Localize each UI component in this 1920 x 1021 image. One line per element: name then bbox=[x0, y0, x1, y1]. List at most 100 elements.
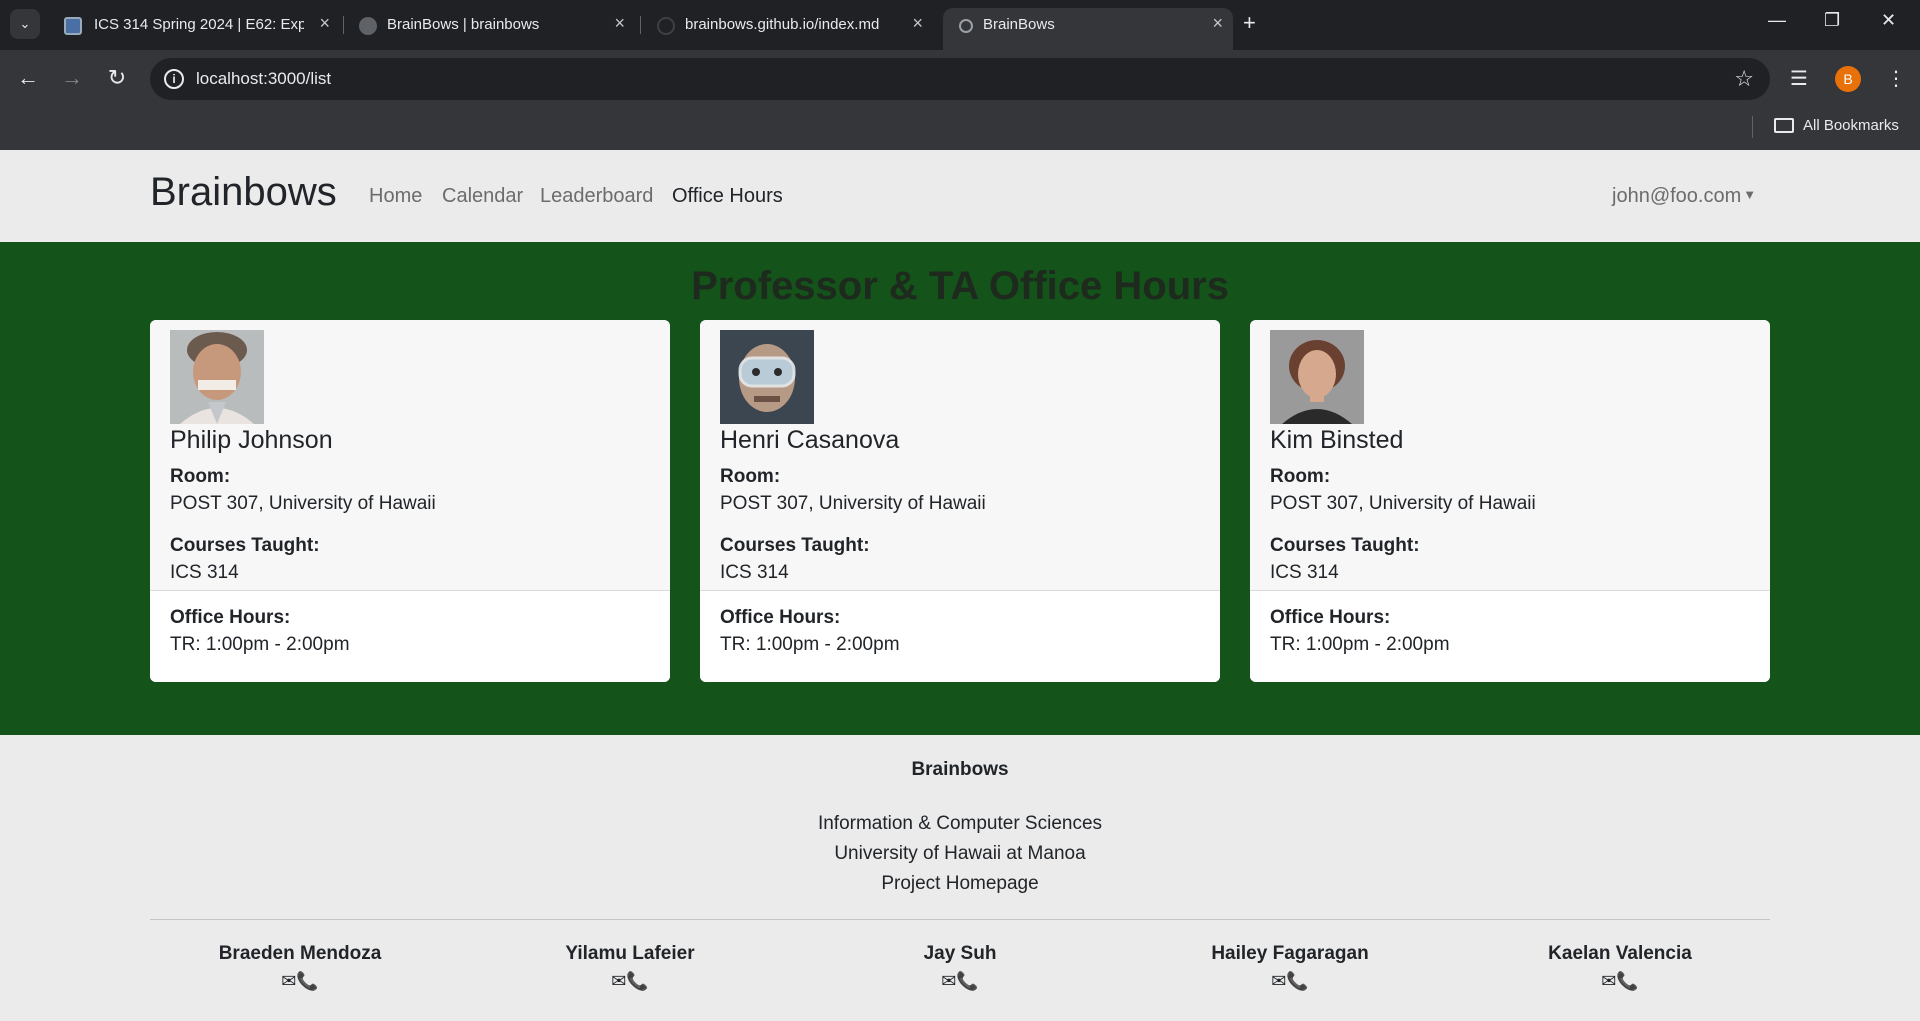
app-navbar: Brainbows Home Calendar Leaderboard Offi… bbox=[0, 150, 1920, 242]
footer-department: Information & Computer Sciences bbox=[817, 813, 1103, 834]
browser-tab-github[interactable]: brainbows.github.io/index.md × bbox=[643, 8, 933, 42]
card-body: Philip Johnson Room: POST 307, Universit… bbox=[150, 320, 670, 591]
avatar bbox=[720, 330, 814, 424]
menu-kebab-icon[interactable]: ⋮ bbox=[1886, 66, 1906, 91]
office-hours-value: TR: 1:00pm - 2:00pm bbox=[170, 634, 350, 655]
card-footer: Office Hours: TR: 1:00pm - 2:00pm bbox=[700, 592, 1220, 682]
room-label: Room: bbox=[720, 466, 781, 487]
forward-arrow-icon[interactable]: → bbox=[58, 65, 86, 91]
bookmark-star-icon[interactable]: ☆ bbox=[1734, 66, 1754, 92]
address-bar[interactable]: i localhost:3000/list ☆ bbox=[150, 58, 1770, 100]
browser-tabstrip: ⌄ ICS 314 Spring 2024 | E62: Expe × Brai… bbox=[0, 0, 1920, 50]
tab-title: BrainBows | brainbows bbox=[387, 16, 540, 33]
user-dropdown[interactable]: john@foo.com ▼ bbox=[1612, 185, 1756, 208]
tab-search-chevron-icon[interactable]: ⌄ bbox=[10, 9, 40, 39]
close-icon[interactable]: × bbox=[1212, 13, 1223, 34]
footer-divider bbox=[150, 919, 1770, 920]
room-label: Room: bbox=[170, 466, 231, 487]
nav-link-leaderboard[interactable]: Leaderboard bbox=[540, 185, 653, 208]
staff-name: Henri Casanova bbox=[720, 426, 900, 454]
card-footer: Office Hours: TR: 1:00pm - 2:00pm bbox=[150, 592, 670, 682]
nav-link-calendar[interactable]: Calendar bbox=[442, 185, 523, 208]
office-hours-label: Office Hours: bbox=[170, 607, 291, 628]
page-footer: Brainbows Information & Computer Science… bbox=[0, 735, 1920, 1021]
tab-title: BrainBows bbox=[983, 16, 1055, 33]
folder-icon[interactable] bbox=[1774, 118, 1794, 133]
team-member: Jay Suh ✉📞 bbox=[810, 943, 1110, 992]
address-url[interactable]: localhost:3000/list bbox=[196, 69, 331, 89]
app-favicon-icon bbox=[959, 19, 973, 33]
user-email: john@foo.com bbox=[1612, 185, 1742, 207]
tab-title: brainbows.github.io/index.md bbox=[685, 16, 880, 33]
tab-separator bbox=[343, 16, 344, 34]
ics-favicon-icon bbox=[64, 17, 82, 35]
room-value: POST 307, University of Hawaii bbox=[1270, 493, 1536, 514]
new-tab-plus-icon[interactable]: + bbox=[1243, 10, 1256, 36]
member-name: Hailey Fagaragan bbox=[1211, 943, 1369, 964]
close-icon[interactable]: × bbox=[614, 13, 625, 34]
brand-logo[interactable]: Brainbows bbox=[150, 170, 337, 215]
minimize-icon[interactable]: — bbox=[1768, 10, 1786, 31]
footer-university: University of Hawaii at Manoa bbox=[834, 843, 1086, 864]
office-hours-value: TR: 1:00pm - 2:00pm bbox=[1270, 634, 1450, 655]
footer-project-homepage-link[interactable]: Project Homepage bbox=[0, 873, 1920, 895]
card-footer: Office Hours: TR: 1:00pm - 2:00pm bbox=[1250, 592, 1770, 682]
browser-tab-brainbows-docs[interactable]: BrainBows | brainbows × bbox=[345, 8, 635, 42]
office-hours-label: Office Hours: bbox=[1270, 607, 1391, 628]
courses-label: Courses Taught: bbox=[170, 535, 320, 556]
page-title: Professor & TA Office Hours bbox=[691, 264, 1229, 308]
staff-card: Philip Johnson Room: POST 307, Universit… bbox=[150, 320, 670, 682]
reload-icon[interactable]: ↻ bbox=[103, 65, 131, 91]
bookmarks-bar: All Bookmarks bbox=[0, 108, 1920, 150]
team-member: Yilamu Lafeier ✉📞 bbox=[480, 943, 780, 992]
browser-tab-brainbows-active[interactable]: BrainBows × bbox=[943, 8, 1233, 50]
team-member: Hailey Fagaragan ✉📞 bbox=[1140, 943, 1440, 992]
mail-phone-icon[interactable]: ✉📞 bbox=[810, 971, 1110, 992]
office-hours-section: Professor & TA Office Hours Philip Johns… bbox=[0, 242, 1920, 735]
avatar bbox=[1270, 330, 1364, 424]
all-bookmarks-link[interactable]: All Bookmarks bbox=[1803, 117, 1899, 134]
github-icon bbox=[657, 17, 675, 35]
site-info-icon[interactable]: i bbox=[164, 69, 184, 89]
room-value: POST 307, University of Hawaii bbox=[720, 493, 986, 514]
avatar bbox=[170, 330, 264, 424]
staff-name: Philip Johnson bbox=[170, 426, 333, 454]
card-body: Kim Binsted Room: POST 307, University o… bbox=[1250, 320, 1770, 591]
mail-phone-icon[interactable]: ✉📞 bbox=[1470, 971, 1770, 992]
mail-phone-icon[interactable]: ✉📞 bbox=[1140, 971, 1440, 992]
mail-phone-icon[interactable]: ✉📞 bbox=[150, 971, 450, 992]
globe-icon bbox=[359, 17, 377, 35]
staff-card: Henri Casanova Room: POST 307, Universit… bbox=[700, 320, 1220, 682]
room-value: POST 307, University of Hawaii bbox=[170, 493, 436, 514]
tab-title: ICS 314 Spring 2024 | E62: Expe bbox=[94, 16, 304, 33]
member-name: Yilamu Lafeier bbox=[565, 943, 695, 964]
staff-card: Kim Binsted Room: POST 307, University o… bbox=[1250, 320, 1770, 682]
member-name: Braeden Mendoza bbox=[218, 943, 382, 964]
nav-link-office-hours[interactable]: Office Hours bbox=[672, 185, 783, 208]
courses-label: Courses Taught: bbox=[720, 535, 870, 556]
card-body: Henri Casanova Room: POST 307, Universit… bbox=[700, 320, 1220, 591]
courses-value: ICS 314 bbox=[170, 562, 239, 583]
member-name: Kaelan Valencia bbox=[1548, 943, 1692, 964]
window-close-icon[interactable]: ✕ bbox=[1881, 10, 1896, 31]
browser-tab-ics314[interactable]: ICS 314 Spring 2024 | E62: Expe × bbox=[50, 8, 340, 42]
office-hours-label: Office Hours: bbox=[720, 607, 841, 628]
restore-icon[interactable]: ❐ bbox=[1824, 10, 1840, 31]
media-queue-icon[interactable]: ☰ bbox=[1790, 66, 1808, 91]
team-member: Braeden Mendoza ✉📞 bbox=[150, 943, 450, 992]
mail-phone-icon[interactable]: ✉📞 bbox=[480, 971, 780, 992]
profile-avatar[interactable]: B bbox=[1835, 66, 1861, 92]
caret-down-icon: ▼ bbox=[1743, 187, 1757, 202]
room-label: Room: bbox=[1270, 466, 1331, 487]
courses-value: ICS 314 bbox=[720, 562, 789, 583]
footer-title: Brainbows bbox=[911, 759, 1009, 780]
back-arrow-icon[interactable]: ← bbox=[14, 65, 42, 91]
close-icon[interactable]: × bbox=[912, 13, 923, 34]
tab-separator bbox=[640, 16, 641, 34]
nav-link-home[interactable]: Home bbox=[369, 185, 422, 208]
close-icon[interactable]: × bbox=[319, 13, 330, 34]
courses-label: Courses Taught: bbox=[1270, 535, 1420, 556]
member-name: Jay Suh bbox=[923, 943, 997, 964]
browser-toolbar: ← → ↻ i localhost:3000/list ☆ ☰ B ⋮ bbox=[0, 50, 1920, 108]
team-member: Kaelan Valencia ✉📞 bbox=[1470, 943, 1770, 992]
